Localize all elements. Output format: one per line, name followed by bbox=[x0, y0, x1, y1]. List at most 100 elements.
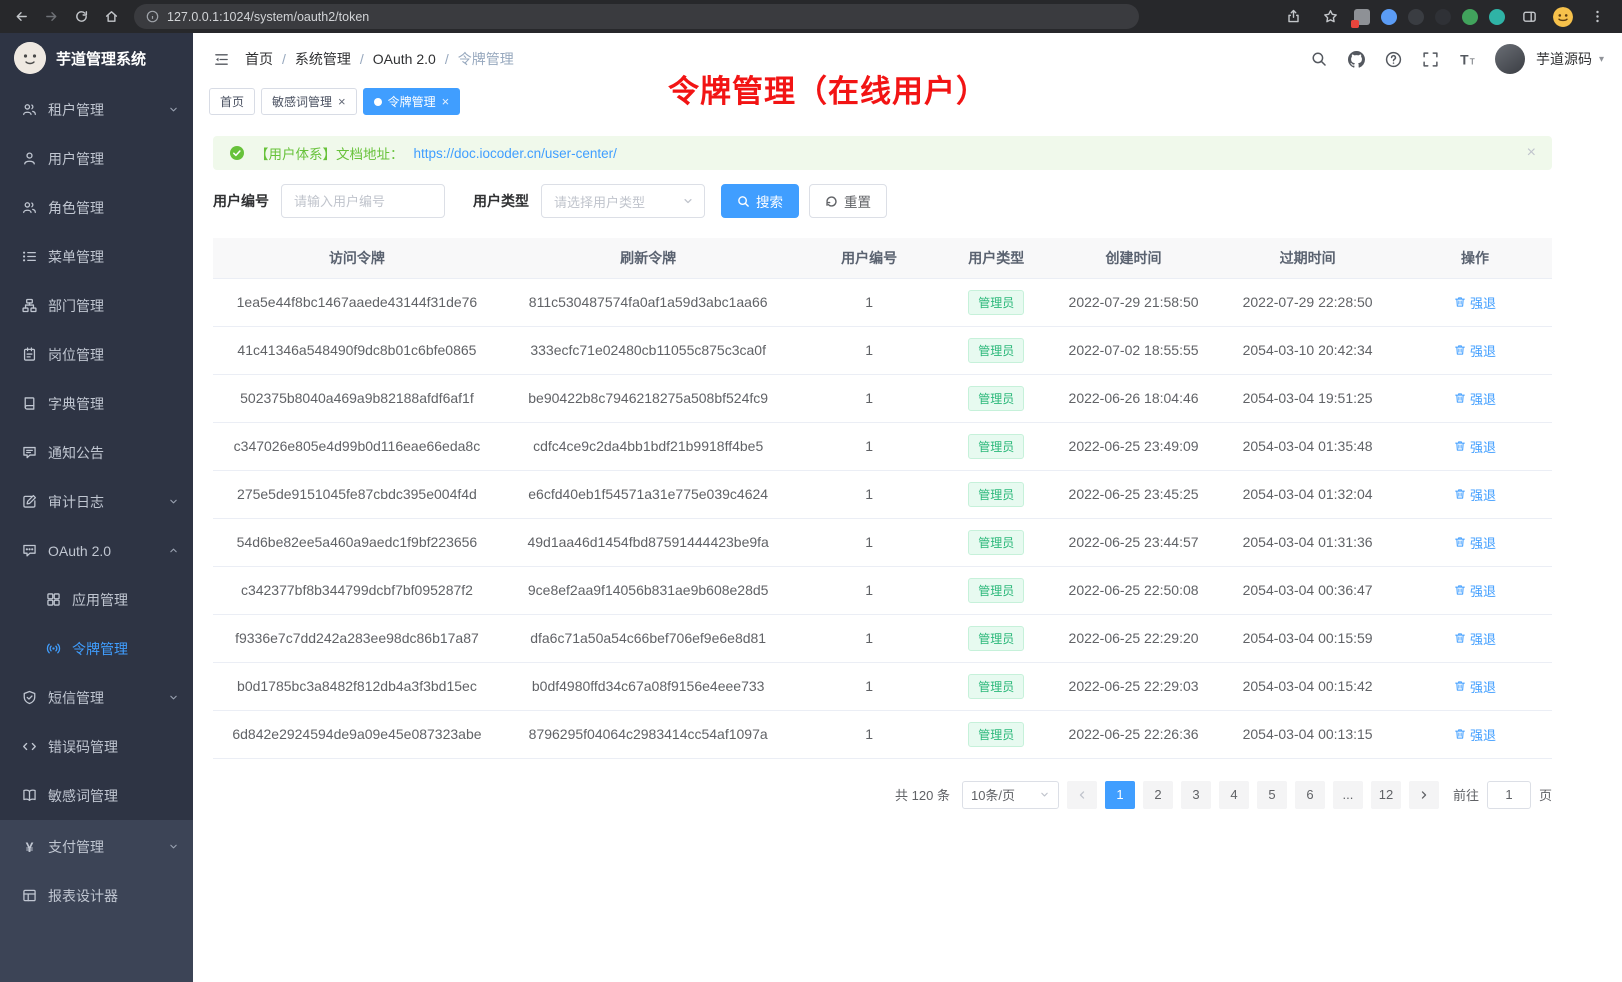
force-logout-button[interactable]: 强退 bbox=[1454, 437, 1496, 456]
page-button-6[interactable]: 6 bbox=[1295, 781, 1325, 809]
sidebar-item-oauth[interactable]: OAuth 2.0 bbox=[0, 526, 193, 575]
trash-icon bbox=[1454, 488, 1466, 500]
user-avatar[interactable] bbox=[1495, 44, 1525, 74]
trash-icon bbox=[1454, 392, 1466, 404]
token-table-body: 1ea5e44f8bc1467aaede43144f31de76811c5304… bbox=[213, 278, 1552, 758]
access-token-cell: 54d6be82ee5a460a9aedc1f9bf223656 bbox=[213, 518, 501, 566]
force-logout-button[interactable]: 强退 bbox=[1454, 677, 1496, 696]
fullscreen-icon[interactable] bbox=[1421, 49, 1441, 69]
extension-dark2-icon[interactable] bbox=[1435, 9, 1451, 25]
page-button-2[interactable]: 2 bbox=[1143, 781, 1173, 809]
user-type-badge: 管理员 bbox=[968, 530, 1024, 555]
browser-menu-icon[interactable] bbox=[1584, 4, 1610, 30]
doc-link[interactable]: https://doc.iocoder.cn/user-center/ bbox=[414, 146, 617, 161]
profile-avatar[interactable] bbox=[1553, 7, 1573, 27]
search-button[interactable]: 搜索 bbox=[721, 184, 799, 218]
sidebar-item-oauth-app[interactable]: 应用管理 bbox=[0, 575, 193, 624]
sidebar-item-oauth-token[interactable]: 令牌管理 bbox=[0, 624, 193, 673]
refresh-token-cell: 811c530487574fa0af1a59d3abc1aa66 bbox=[501, 278, 796, 326]
extension-puzzle-icon[interactable] bbox=[1489, 9, 1505, 25]
table-header-cell: 访问令牌 bbox=[213, 238, 501, 278]
expire-time-cell: 2054-03-04 01:35:48 bbox=[1217, 422, 1398, 470]
page-button-5[interactable]: 5 bbox=[1257, 781, 1287, 809]
svg-text:T: T bbox=[1461, 51, 1470, 67]
sidebar-item-dept[interactable]: 部门管理 bbox=[0, 281, 193, 330]
reset-button[interactable]: 重置 bbox=[809, 184, 887, 218]
search-icon[interactable] bbox=[1310, 49, 1330, 69]
tab-close-icon[interactable]: × bbox=[442, 95, 450, 108]
browser-reload-icon[interactable] bbox=[68, 4, 94, 30]
next-page-button[interactable] bbox=[1409, 781, 1439, 809]
extension-dark-icon[interactable] bbox=[1408, 9, 1424, 25]
browser-home-icon[interactable] bbox=[98, 4, 124, 30]
sidebar-item-report[interactable]: 报表设计器 bbox=[0, 871, 193, 920]
address-bar[interactable]: 127.0.0.1:1024/system/oauth2/token bbox=[134, 4, 1139, 29]
force-logout-button[interactable]: 强退 bbox=[1454, 485, 1496, 504]
goto-suffix: 页 bbox=[1539, 785, 1552, 804]
user-id-input[interactable] bbox=[281, 184, 445, 218]
force-logout-button[interactable]: 强退 bbox=[1454, 389, 1496, 408]
expire-time-cell: 2054-03-04 00:36:47 bbox=[1217, 566, 1398, 614]
breadcrumb-item[interactable]: OAuth 2.0 bbox=[373, 51, 436, 67]
share-icon[interactable] bbox=[1280, 4, 1306, 30]
browser-back-icon[interactable] bbox=[8, 4, 34, 30]
sidebar-item-dict[interactable]: 字典管理 bbox=[0, 379, 193, 428]
table-row: 41c41346a548490f9dc8b01c6bfe0865333ecfc7… bbox=[213, 326, 1552, 374]
sidebar-item-tenant[interactable]: 租户管理 bbox=[0, 85, 193, 134]
extension-green-icon[interactable] bbox=[1462, 9, 1478, 25]
page-button-1[interactable]: 1 bbox=[1105, 781, 1135, 809]
sidebar-item-post[interactable]: 岗位管理 bbox=[0, 330, 193, 379]
sidebar-item-sms[interactable]: 短信管理 bbox=[0, 673, 193, 722]
user-type-select[interactable]: 请选择用户类型 bbox=[541, 184, 705, 218]
tab-close-icon[interactable]: × bbox=[338, 95, 346, 108]
alert-close-icon[interactable]: × bbox=[1527, 145, 1536, 161]
force-logout-button[interactable]: 强退 bbox=[1454, 341, 1496, 360]
font-size-icon[interactable]: TT bbox=[1458, 49, 1478, 69]
force-logout-button[interactable]: 强退 bbox=[1454, 533, 1496, 552]
help-icon[interactable] bbox=[1384, 49, 1404, 69]
caret-down-icon[interactable]: ▾ bbox=[1599, 54, 1604, 65]
extension-blue-icon[interactable] bbox=[1381, 9, 1397, 25]
force-logout-button[interactable]: 强退 bbox=[1454, 629, 1496, 648]
tab-首页[interactable]: 首页 bbox=[209, 88, 255, 115]
user-name[interactable]: 芋道源码 bbox=[1536, 49, 1592, 69]
sidebar-item-notice[interactable]: 通知公告 bbox=[0, 428, 193, 477]
split-view-icon[interactable] bbox=[1516, 4, 1542, 30]
sidebar-item-role[interactable]: 角色管理 bbox=[0, 183, 193, 232]
breadcrumb-item[interactable]: 首页 bbox=[245, 49, 273, 69]
github-icon[interactable] bbox=[1347, 49, 1367, 69]
sidebar-item-errcode[interactable]: 错误码管理 bbox=[0, 722, 193, 771]
page-size-select[interactable]: 10条/页 bbox=[962, 781, 1059, 809]
access-token-cell: 502375b8040a469a9b82188afdf6af1f bbox=[213, 374, 501, 422]
force-logout-button[interactable]: 强退 bbox=[1454, 581, 1496, 600]
prev-page-button[interactable] bbox=[1067, 781, 1097, 809]
app-logo[interactable]: 芋道管理系统 bbox=[0, 33, 193, 83]
goto-page-input[interactable] bbox=[1487, 781, 1531, 809]
filter-bar: 用户编号 用户类型 请选择用户类型 搜索 重置 bbox=[213, 184, 1552, 218]
collapse-sidebar-icon[interactable] bbox=[211, 49, 231, 69]
tab-敏感词管理[interactable]: 敏感词管理× bbox=[261, 88, 357, 115]
page-button-...[interactable]: ... bbox=[1333, 781, 1363, 809]
sidebar-item-user[interactable]: 用户管理 bbox=[0, 134, 193, 183]
sidebar-item-sensitive[interactable]: 敏感词管理 bbox=[0, 771, 193, 820]
force-logout-button[interactable]: 强退 bbox=[1454, 293, 1496, 312]
user-id-cell: 1 bbox=[795, 326, 942, 374]
sidebar-item-menu[interactable]: 菜单管理 bbox=[0, 232, 193, 281]
sidebar-item-pay[interactable]: ¥支付管理 bbox=[0, 822, 193, 871]
bookmark-star-icon[interactable] bbox=[1317, 4, 1343, 30]
access-token-cell: 1ea5e44f8bc1467aaede43144f31de76 bbox=[213, 278, 501, 326]
force-logout-button[interactable]: 强退 bbox=[1454, 725, 1496, 744]
page-button-4[interactable]: 4 bbox=[1219, 781, 1249, 809]
sidebar-item-audit[interactable]: 审计日志 bbox=[0, 477, 193, 526]
page-button-12[interactable]: 12 bbox=[1371, 781, 1401, 809]
page-button-3[interactable]: 3 bbox=[1181, 781, 1211, 809]
tab-令牌管理[interactable]: 令牌管理× bbox=[363, 88, 461, 115]
site-info-icon bbox=[146, 10, 159, 23]
success-check-icon bbox=[229, 145, 245, 161]
browser-chrome: 127.0.0.1:1024/system/oauth2/token bbox=[0, 0, 1622, 33]
extension-badged-icon[interactable] bbox=[1354, 9, 1370, 25]
breadcrumb-item[interactable]: 系统管理 bbox=[295, 49, 351, 69]
app-icon bbox=[46, 592, 61, 607]
table-row: 54d6be82ee5a460a9aedc1f9bf22365649d1aa46… bbox=[213, 518, 1552, 566]
browser-forward-icon[interactable] bbox=[38, 4, 64, 30]
